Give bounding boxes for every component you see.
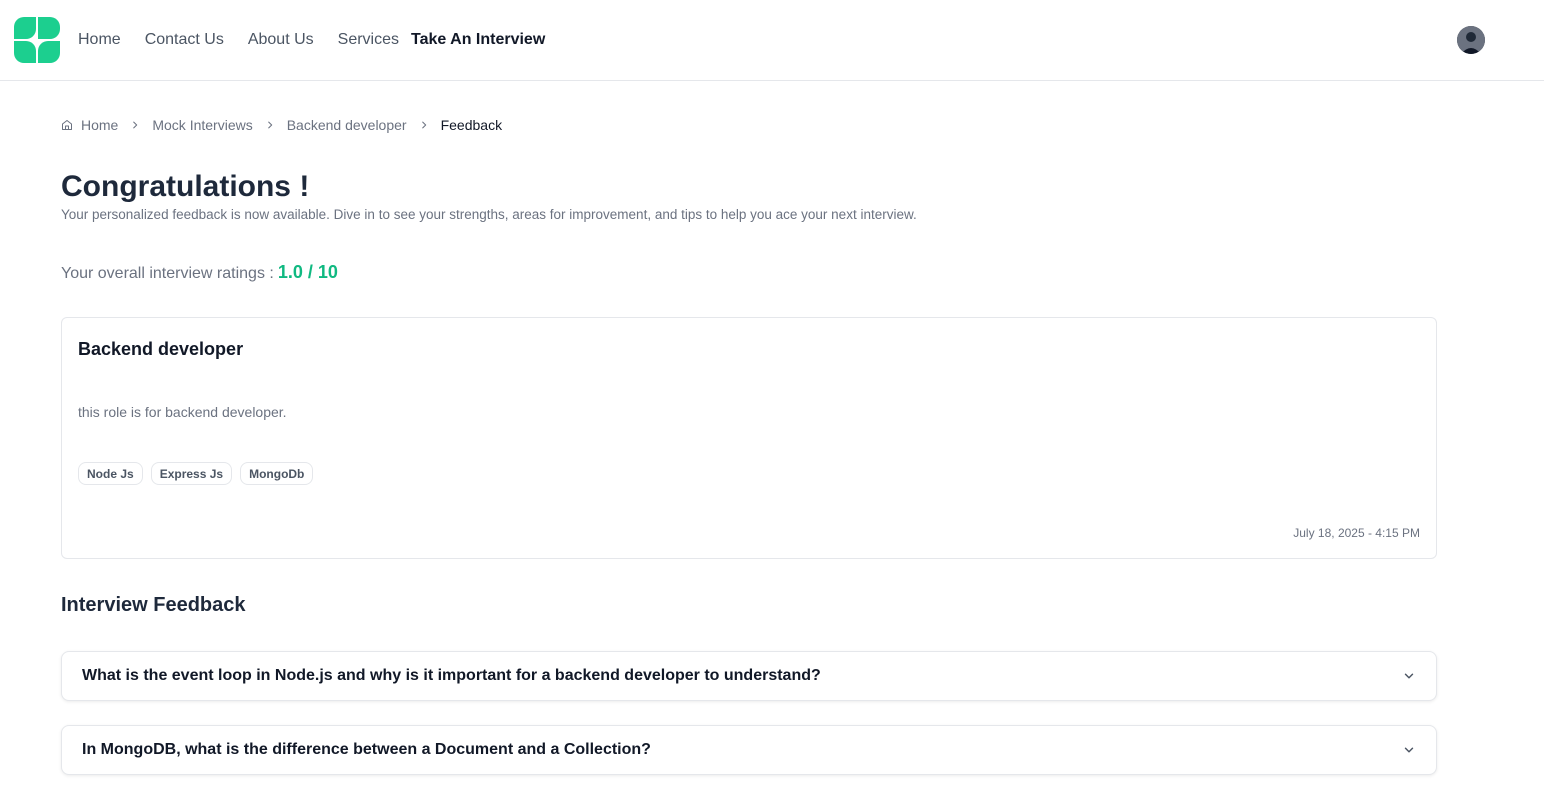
chevron-right-icon xyxy=(419,120,429,130)
chevron-down-icon xyxy=(1402,743,1416,757)
interview-date: July 18, 2025 - 4:15 PM xyxy=(1293,526,1420,540)
tag-mongodb: MongoDb xyxy=(240,462,314,485)
tech-stack-tags: Node Js Express Js MongoDb xyxy=(78,462,321,485)
nav-take-interview[interactable]: Take An Interview xyxy=(411,31,545,49)
page-title: Congratulations ! xyxy=(61,170,310,203)
breadcrumb-backend-developer[interactable]: Backend developer xyxy=(287,117,407,133)
nav-services[interactable]: Services xyxy=(338,31,399,49)
home-icon xyxy=(61,119,73,131)
chevron-down-icon xyxy=(1402,669,1416,683)
nav-home[interactable]: Home xyxy=(78,31,121,49)
tag-express-js: Express Js xyxy=(150,462,233,485)
overall-rating: Your overall interview ratings : 1.0 / 1… xyxy=(61,262,338,283)
nav-about-us[interactable]: About Us xyxy=(248,31,314,49)
breadcrumb-home[interactable]: Home xyxy=(81,117,118,133)
page-subtitle: Your personalized feedback is now availa… xyxy=(61,207,917,222)
breadcrumb-mock-interviews[interactable]: Mock Interviews xyxy=(152,117,252,133)
breadcrumb: Home Mock Interviews Backend developer F… xyxy=(61,117,502,133)
avatar[interactable] xyxy=(1457,26,1485,54)
navbar: Home Contact Us About Us Services Take A… xyxy=(0,0,1544,81)
feedback-question-accordion[interactable]: In MongoDB, what is the difference betwe… xyxy=(61,725,1437,775)
rating-value: 1.0 / 10 xyxy=(277,262,338,282)
chevron-right-icon xyxy=(130,120,140,130)
interview-title: Backend developer xyxy=(78,339,244,359)
feedback-question-accordion[interactable]: What is the event loop in Node.js and wh… xyxy=(61,651,1437,701)
user-avatar-icon xyxy=(1457,26,1485,54)
breadcrumb-current: Feedback xyxy=(440,117,503,133)
rating-label: Your overall interview ratings : xyxy=(61,265,274,282)
question-text: In MongoDB, what is the difference betwe… xyxy=(82,741,651,758)
nav-contact-us[interactable]: Contact Us xyxy=(145,31,224,49)
interview-card: Backend developer this role is for backe… xyxy=(61,317,1437,559)
nav-links: Home Contact Us About Us Services Take A… xyxy=(78,0,569,80)
interview-description: this role is for backend developer. xyxy=(78,404,287,420)
feedback-section-title: Interview Feedback xyxy=(61,594,246,616)
question-text: What is the event loop in Node.js and wh… xyxy=(82,667,821,684)
tag-node-js: Node Js xyxy=(78,462,143,485)
chevron-right-icon xyxy=(265,120,275,130)
logo-icon[interactable] xyxy=(14,17,60,63)
